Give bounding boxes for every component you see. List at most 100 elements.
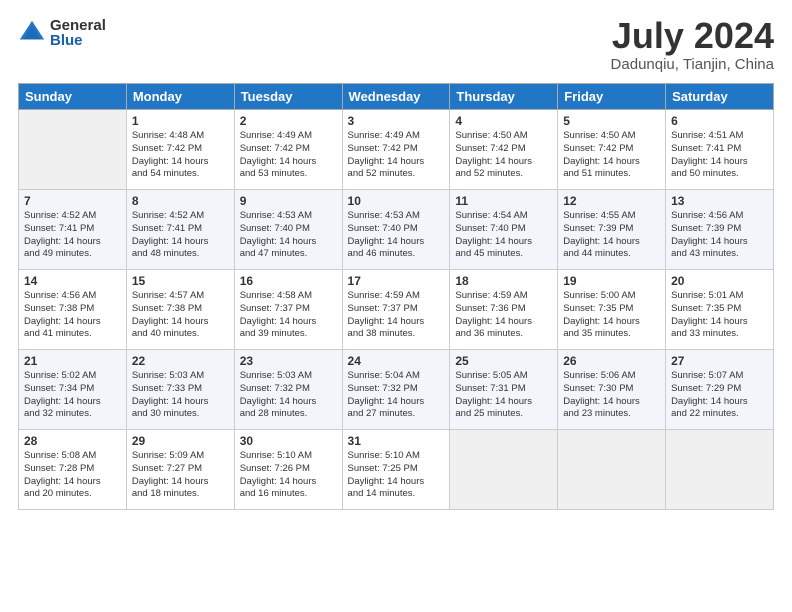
cell-date: 18: [455, 274, 552, 288]
calendar-header-row: SundayMondayTuesdayWednesdayThursdayFrid…: [19, 84, 774, 110]
calendar-cell: 11Sunrise: 4:54 AMSunset: 7:40 PMDayligh…: [450, 190, 558, 270]
calendar-cell: 14 Sunrise: 4:56 AMSunset: 7:38 PMDayligh…: [19, 270, 127, 350]
cell-date: 15: [132, 274, 229, 288]
cell-date: 1: [132, 114, 229, 128]
cell-date: 24: [348, 354, 445, 368]
calendar-cell: 23Sunrise: 5:03 AMSunset: 7:32 PMDayligh…: [234, 350, 342, 430]
cell-info: Sunrise: 4:51 AMSunset: 7:41 PMDaylight:…: [671, 130, 768, 181]
calendar-week-3: 21 Sunrise: 5:02 AMSunset: 7:34 PMDayligh…: [19, 350, 774, 430]
cell-info: Sunrise: 5:07 AMSunset: 7:29 PMDaylight:…: [671, 370, 768, 421]
cell-info: Sunrise: 5:09 AMSunset: 7:27 PMDaylight:…: [132, 450, 229, 501]
cell-date: 29: [132, 434, 229, 448]
logo-blue: Blue: [50, 33, 106, 48]
day-header-tuesday: Tuesday: [234, 84, 342, 110]
calendar-cell: [558, 430, 666, 510]
cell-date: 10: [348, 194, 445, 208]
day-header-sunday: Sunday: [19, 84, 127, 110]
calendar-cell: [19, 110, 127, 190]
logo-text: General Blue: [50, 18, 106, 48]
calendar-cell: 13 Sunrise: 4:56 AMSunset: 7:39 PMDayligh…: [666, 190, 774, 270]
calendar-cell: 16 Sunrise: 4:58 AMSunset: 7:37 PMDayligh…: [234, 270, 342, 350]
logo-icon: [18, 19, 46, 47]
cell-date: 6: [671, 114, 768, 128]
cell-info: Sunrise: 5:08 AMSunset: 7:28 PMDaylight:…: [24, 450, 121, 501]
calendar-cell: 19Sunrise: 5:00 AMSunset: 7:35 PMDayligh…: [558, 270, 666, 350]
cell-info: Sunrise: 4:56 AMSunset: 7:38 PMDaylight:…: [24, 290, 121, 341]
calendar-cell: 10 Sunrise: 4:53 AMSunset: 7:40 PMDayligh…: [342, 190, 450, 270]
cell-info: Sunrise: 4:59 AMSunset: 7:36 PMDaylight:…: [455, 290, 552, 341]
cell-date: 8: [132, 194, 229, 208]
cell-info: Sunrise: 5:10 AMSunset: 7:26 PMDaylight:…: [240, 450, 337, 501]
calendar-week-1: 7 Sunrise: 4:52 AMSunset: 7:41 PMDaylight…: [19, 190, 774, 270]
cell-date: 28: [24, 434, 121, 448]
calendar-cell: 27Sunrise: 5:07 AMSunset: 7:29 PMDayligh…: [666, 350, 774, 430]
cell-info: Sunrise: 4:49 AMSunset: 7:42 PMDaylight:…: [348, 130, 445, 181]
cell-info: Sunrise: 4:52 AMSunset: 7:41 PMDaylight:…: [132, 210, 229, 261]
calendar-cell: 12 Sunrise: 4:55 AMSunset: 7:39 PMDayligh…: [558, 190, 666, 270]
cell-info: Sunrise: 5:04 AMSunset: 7:32 PMDaylight:…: [348, 370, 445, 421]
calendar-cell: 26Sunrise: 5:06 AMSunset: 7:30 PMDayligh…: [558, 350, 666, 430]
cell-info: Sunrise: 4:55 AMSunset: 7:39 PMDaylight:…: [563, 210, 660, 261]
calendar-cell: [450, 430, 558, 510]
calendar-table: SundayMondayTuesdayWednesdayThursdayFrid…: [18, 83, 774, 510]
day-header-friday: Friday: [558, 84, 666, 110]
cell-info: Sunrise: 5:02 AMSunset: 7:34 PMDaylight:…: [24, 370, 121, 421]
cell-info: Sunrise: 5:01 AMSunset: 7:35 PMDaylight:…: [671, 290, 768, 341]
location: Dadunqiu, Tianjin, China: [611, 56, 774, 73]
cell-date: 5: [563, 114, 660, 128]
cell-info: Sunrise: 5:06 AMSunset: 7:30 PMDaylight:…: [563, 370, 660, 421]
calendar-cell: 24 Sunrise: 5:04 AMSunset: 7:32 PMDayligh…: [342, 350, 450, 430]
day-header-saturday: Saturday: [666, 84, 774, 110]
calendar-cell: 18 Sunrise: 4:59 AMSunset: 7:36 PMDayligh…: [450, 270, 558, 350]
cell-date: 13: [671, 194, 768, 208]
cell-info: Sunrise: 4:53 AMSunset: 7:40 PMDaylight:…: [348, 210, 445, 261]
calendar-cell: 2Sunrise: 4:49 AMSunset: 7:42 PMDaylight…: [234, 110, 342, 190]
cell-date: 31: [348, 434, 445, 448]
cell-date: 16: [240, 274, 337, 288]
cell-info: Sunrise: 4:59 AMSunset: 7:37 PMDaylight:…: [348, 290, 445, 341]
cell-info: Sunrise: 4:53 AMSunset: 7:40 PMDaylight:…: [240, 210, 337, 261]
calendar-cell: 29 Sunrise: 5:09 AMSunset: 7:27 PMDayligh…: [126, 430, 234, 510]
calendar-week-4: 28 Sunrise: 5:08 AMSunset: 7:28 PMDayligh…: [19, 430, 774, 510]
cell-date: 7: [24, 194, 121, 208]
cell-date: 3: [348, 114, 445, 128]
calendar-cell: 15 Sunrise: 4:57 AMSunset: 7:38 PMDayligh…: [126, 270, 234, 350]
cell-date: 12: [563, 194, 660, 208]
calendar-cell: 31 Sunrise: 5:10 AMSunset: 7:25 PMDayligh…: [342, 430, 450, 510]
day-header-wednesday: Wednesday: [342, 84, 450, 110]
calendar-cell: 8 Sunrise: 4:52 AMSunset: 7:41 PMDaylight…: [126, 190, 234, 270]
cell-date: 14: [24, 274, 121, 288]
cell-date: 30: [240, 434, 337, 448]
cell-date: 19: [563, 274, 660, 288]
cell-info: Sunrise: 4:57 AMSunset: 7:38 PMDaylight:…: [132, 290, 229, 341]
cell-info: Sunrise: 4:58 AMSunset: 7:37 PMDaylight:…: [240, 290, 337, 341]
cell-date: 11: [455, 194, 552, 208]
cell-info: Sunrise: 5:05 AMSunset: 7:31 PMDaylight:…: [455, 370, 552, 421]
cell-date: 20: [671, 274, 768, 288]
calendar-cell: 6 Sunrise: 4:51 AMSunset: 7:41 PMDaylight…: [666, 110, 774, 190]
calendar-cell: 20 Sunrise: 5:01 AMSunset: 7:35 PMDayligh…: [666, 270, 774, 350]
cell-date: 25: [455, 354, 552, 368]
calendar-cell: 30 Sunrise: 5:10 AMSunset: 7:26 PMDayligh…: [234, 430, 342, 510]
cell-date: 17: [348, 274, 445, 288]
month-title: July 2024: [611, 18, 774, 54]
calendar-week-0: 1Sunrise: 4:48 AMSunset: 7:42 PMDaylight…: [19, 110, 774, 190]
calendar-cell: 3 Sunrise: 4:49 AMSunset: 7:42 PMDaylight…: [342, 110, 450, 190]
cell-info: Sunrise: 4:50 AMSunset: 7:42 PMDaylight:…: [455, 130, 552, 181]
calendar-cell: 28 Sunrise: 5:08 AMSunset: 7:28 PMDayligh…: [19, 430, 127, 510]
cell-date: 22: [132, 354, 229, 368]
calendar-cell: [666, 430, 774, 510]
calendar-cell: 1Sunrise: 4:48 AMSunset: 7:42 PMDaylight…: [126, 110, 234, 190]
calendar-cell: 21 Sunrise: 5:02 AMSunset: 7:34 PMDayligh…: [19, 350, 127, 430]
cell-date: 4: [455, 114, 552, 128]
cell-info: Sunrise: 4:50 AMSunset: 7:42 PMDaylight:…: [563, 130, 660, 181]
calendar-cell: 7 Sunrise: 4:52 AMSunset: 7:41 PMDaylight…: [19, 190, 127, 270]
cell-date: 2: [240, 114, 337, 128]
cell-info: Sunrise: 5:10 AMSunset: 7:25 PMDaylight:…: [348, 450, 445, 501]
cell-info: Sunrise: 4:56 AMSunset: 7:39 PMDaylight:…: [671, 210, 768, 261]
cell-date: 21: [24, 354, 121, 368]
cell-date: 9: [240, 194, 337, 208]
day-header-thursday: Thursday: [450, 84, 558, 110]
calendar-cell: 9 Sunrise: 4:53 AMSunset: 7:40 PMDaylight…: [234, 190, 342, 270]
cell-info: Sunrise: 4:52 AMSunset: 7:41 PMDaylight:…: [24, 210, 121, 261]
